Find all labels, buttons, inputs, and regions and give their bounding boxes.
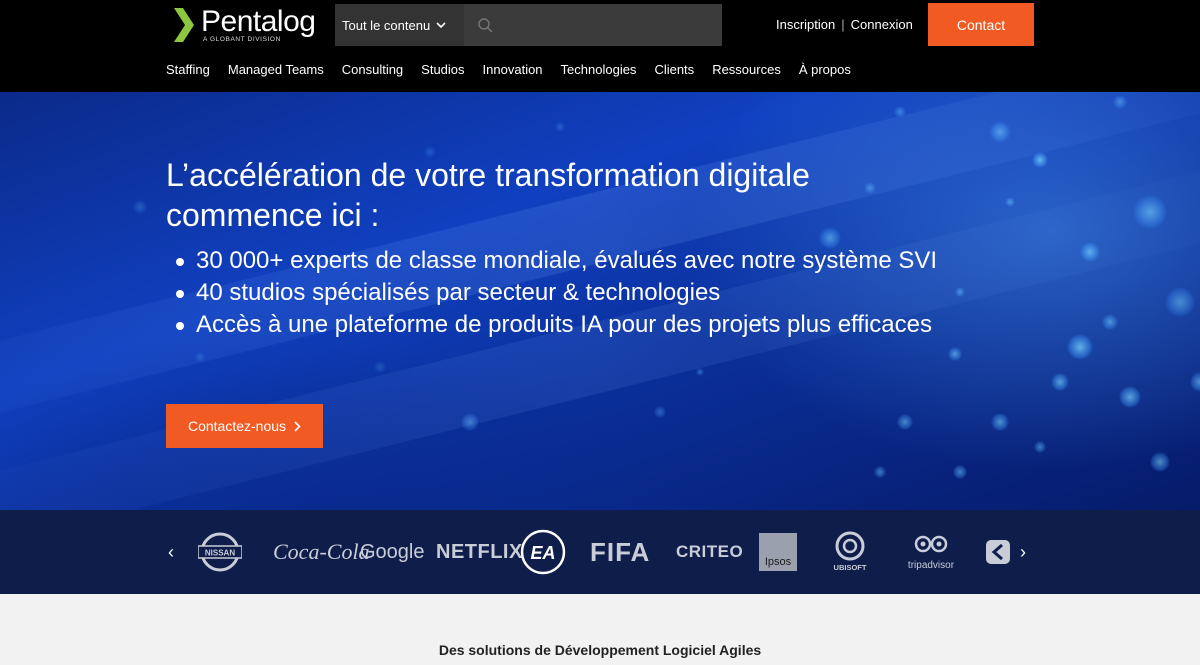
hero-banner: L’accélération de votre transformation d…	[0, 92, 1200, 510]
hero-title-line2: commence ici :	[166, 197, 380, 233]
logo-text: Pentalog	[201, 5, 316, 38]
client-logos-carousel: ‹ NISSAN Coca-Cola Google NETFLIX EA FIF…	[0, 510, 1200, 594]
svg-text:Ipsos: Ipsos	[765, 556, 792, 568]
connexion-link[interactable]: Connexion	[851, 17, 913, 32]
nav-item-studios[interactable]: Studios	[421, 62, 464, 77]
client-logo-coca-cola: Coca-Cola	[273, 539, 370, 564]
svg-text:UBISOFT: UBISOFT	[834, 563, 867, 572]
bokeh-light	[1102, 314, 1118, 330]
nav-item-consulting[interactable]: Consulting	[342, 62, 403, 77]
svg-text:EA: EA	[530, 543, 555, 563]
section-title: Des solutions de Développement Logiciel …	[438, 642, 762, 658]
contactez-nous-button[interactable]: Contactez-nous	[166, 404, 323, 448]
carousel-prev-arrow[interactable]: ‹	[168, 542, 174, 563]
bokeh-light	[1190, 372, 1200, 392]
carousel-next-arrow[interactable]: ›	[1020, 542, 1026, 563]
nav-item-technologies[interactable]: Technologies	[561, 62, 637, 77]
search-input[interactable]	[501, 17, 701, 33]
bokeh-light	[195, 352, 205, 362]
pentalog-logo[interactable]: Pentalog A GLOBANT DIVISION	[172, 5, 322, 46]
auth-separator: |	[841, 17, 845, 32]
svg-text:NISSAN: NISSAN	[205, 549, 235, 558]
hero-bullet: 30 000+ experts de classe mondiale, éval…	[176, 245, 937, 277]
nav-item-clients[interactable]: Clients	[654, 62, 694, 77]
bokeh-light	[1113, 95, 1127, 109]
bokeh-light	[1133, 195, 1167, 229]
bokeh-light	[133, 200, 147, 214]
hero-bullets: 30 000+ experts de classe mondiale, éval…	[176, 245, 937, 341]
bokeh-light	[1005, 197, 1015, 207]
solutions-section: Des solutions de Développement Logiciel …	[0, 594, 1200, 665]
bokeh-light	[989, 121, 1011, 143]
client-logo-nissan: NISSAN	[198, 510, 242, 594]
client-logo-google: Google	[360, 540, 425, 563]
bokeh-light	[1165, 287, 1195, 317]
search-scope-label: Tout le contenu	[342, 17, 431, 33]
bokeh-light	[1032, 152, 1048, 168]
hero-title: L’accélération de votre transformation d…	[166, 155, 926, 235]
nav-item-staffing[interactable]: Staffing	[166, 62, 210, 77]
bokeh-light	[654, 406, 666, 418]
bokeh-light	[1119, 386, 1141, 408]
bokeh-light	[1080, 242, 1100, 262]
logo-chevron-icon	[174, 8, 194, 42]
search-field[interactable]	[464, 4, 722, 46]
contact-button[interactable]: Contact	[928, 3, 1034, 46]
chevron-down-icon	[436, 21, 446, 28]
nav-item-managed-teams[interactable]: Managed Teams	[228, 62, 324, 77]
bokeh-light	[374, 361, 386, 373]
bokeh-light	[948, 347, 962, 361]
svg-text:tripadvisor: tripadvisor	[908, 560, 955, 571]
client-logo-criteo: CRITEO	[676, 542, 744, 561]
bokeh-light	[1034, 441, 1046, 453]
bokeh-light	[1067, 334, 1093, 360]
client-logo-netflix: NETFLIX	[436, 540, 523, 563]
client-logo-ipsos: Ipsos	[758, 510, 798, 594]
search-bar: Tout le contenu	[335, 4, 722, 46]
bokeh-light	[555, 122, 565, 132]
bokeh-light	[461, 413, 479, 431]
client-logo-ea: EA	[520, 510, 566, 594]
client-logo-partial	[985, 510, 1015, 594]
nav-item-ressources[interactable]: Ressources	[712, 62, 781, 77]
chevron-right-icon	[294, 420, 301, 432]
bokeh-light	[894, 106, 906, 118]
hero-bullet: Accès à une plateforme de produits IA po…	[176, 309, 937, 341]
top-header: Pentalog A GLOBANT DIVISION Tout le cont…	[0, 0, 1200, 92]
contactez-nous-label: Contactez-nous	[187, 418, 287, 434]
main-nav: Staffing Managed Teams Consulting Studio…	[166, 62, 851, 77]
client-logo-tripadvisor: tripadvisor	[902, 510, 960, 594]
nav-item-a-propos[interactable]: À propos	[799, 62, 851, 77]
bokeh-light	[991, 413, 1009, 431]
bokeh-light	[1150, 452, 1170, 472]
bokeh-light	[953, 465, 967, 479]
bokeh-light	[696, 368, 704, 376]
auth-links: Inscription | Connexion	[776, 17, 913, 32]
hero-bullet: 40 studios spécialisés par secteur & tec…	[176, 277, 937, 309]
client-logo-ubisoft: UBISOFT	[824, 510, 876, 594]
bokeh-light	[1051, 373, 1069, 391]
bokeh-light	[955, 287, 965, 297]
search-icon	[478, 17, 493, 32]
bokeh-light	[874, 466, 886, 478]
bokeh-light	[897, 414, 913, 430]
search-scope-select[interactable]: Tout le contenu	[335, 4, 464, 46]
inscription-link[interactable]: Inscription	[776, 17, 835, 32]
nav-item-innovation[interactable]: Innovation	[483, 62, 543, 77]
hero-title-line1: L’accélération de votre transformation d…	[166, 157, 810, 193]
logo-subtitle: A GLOBANT DIVISION	[203, 36, 281, 43]
client-logo-fifa: FIFA	[590, 536, 651, 567]
